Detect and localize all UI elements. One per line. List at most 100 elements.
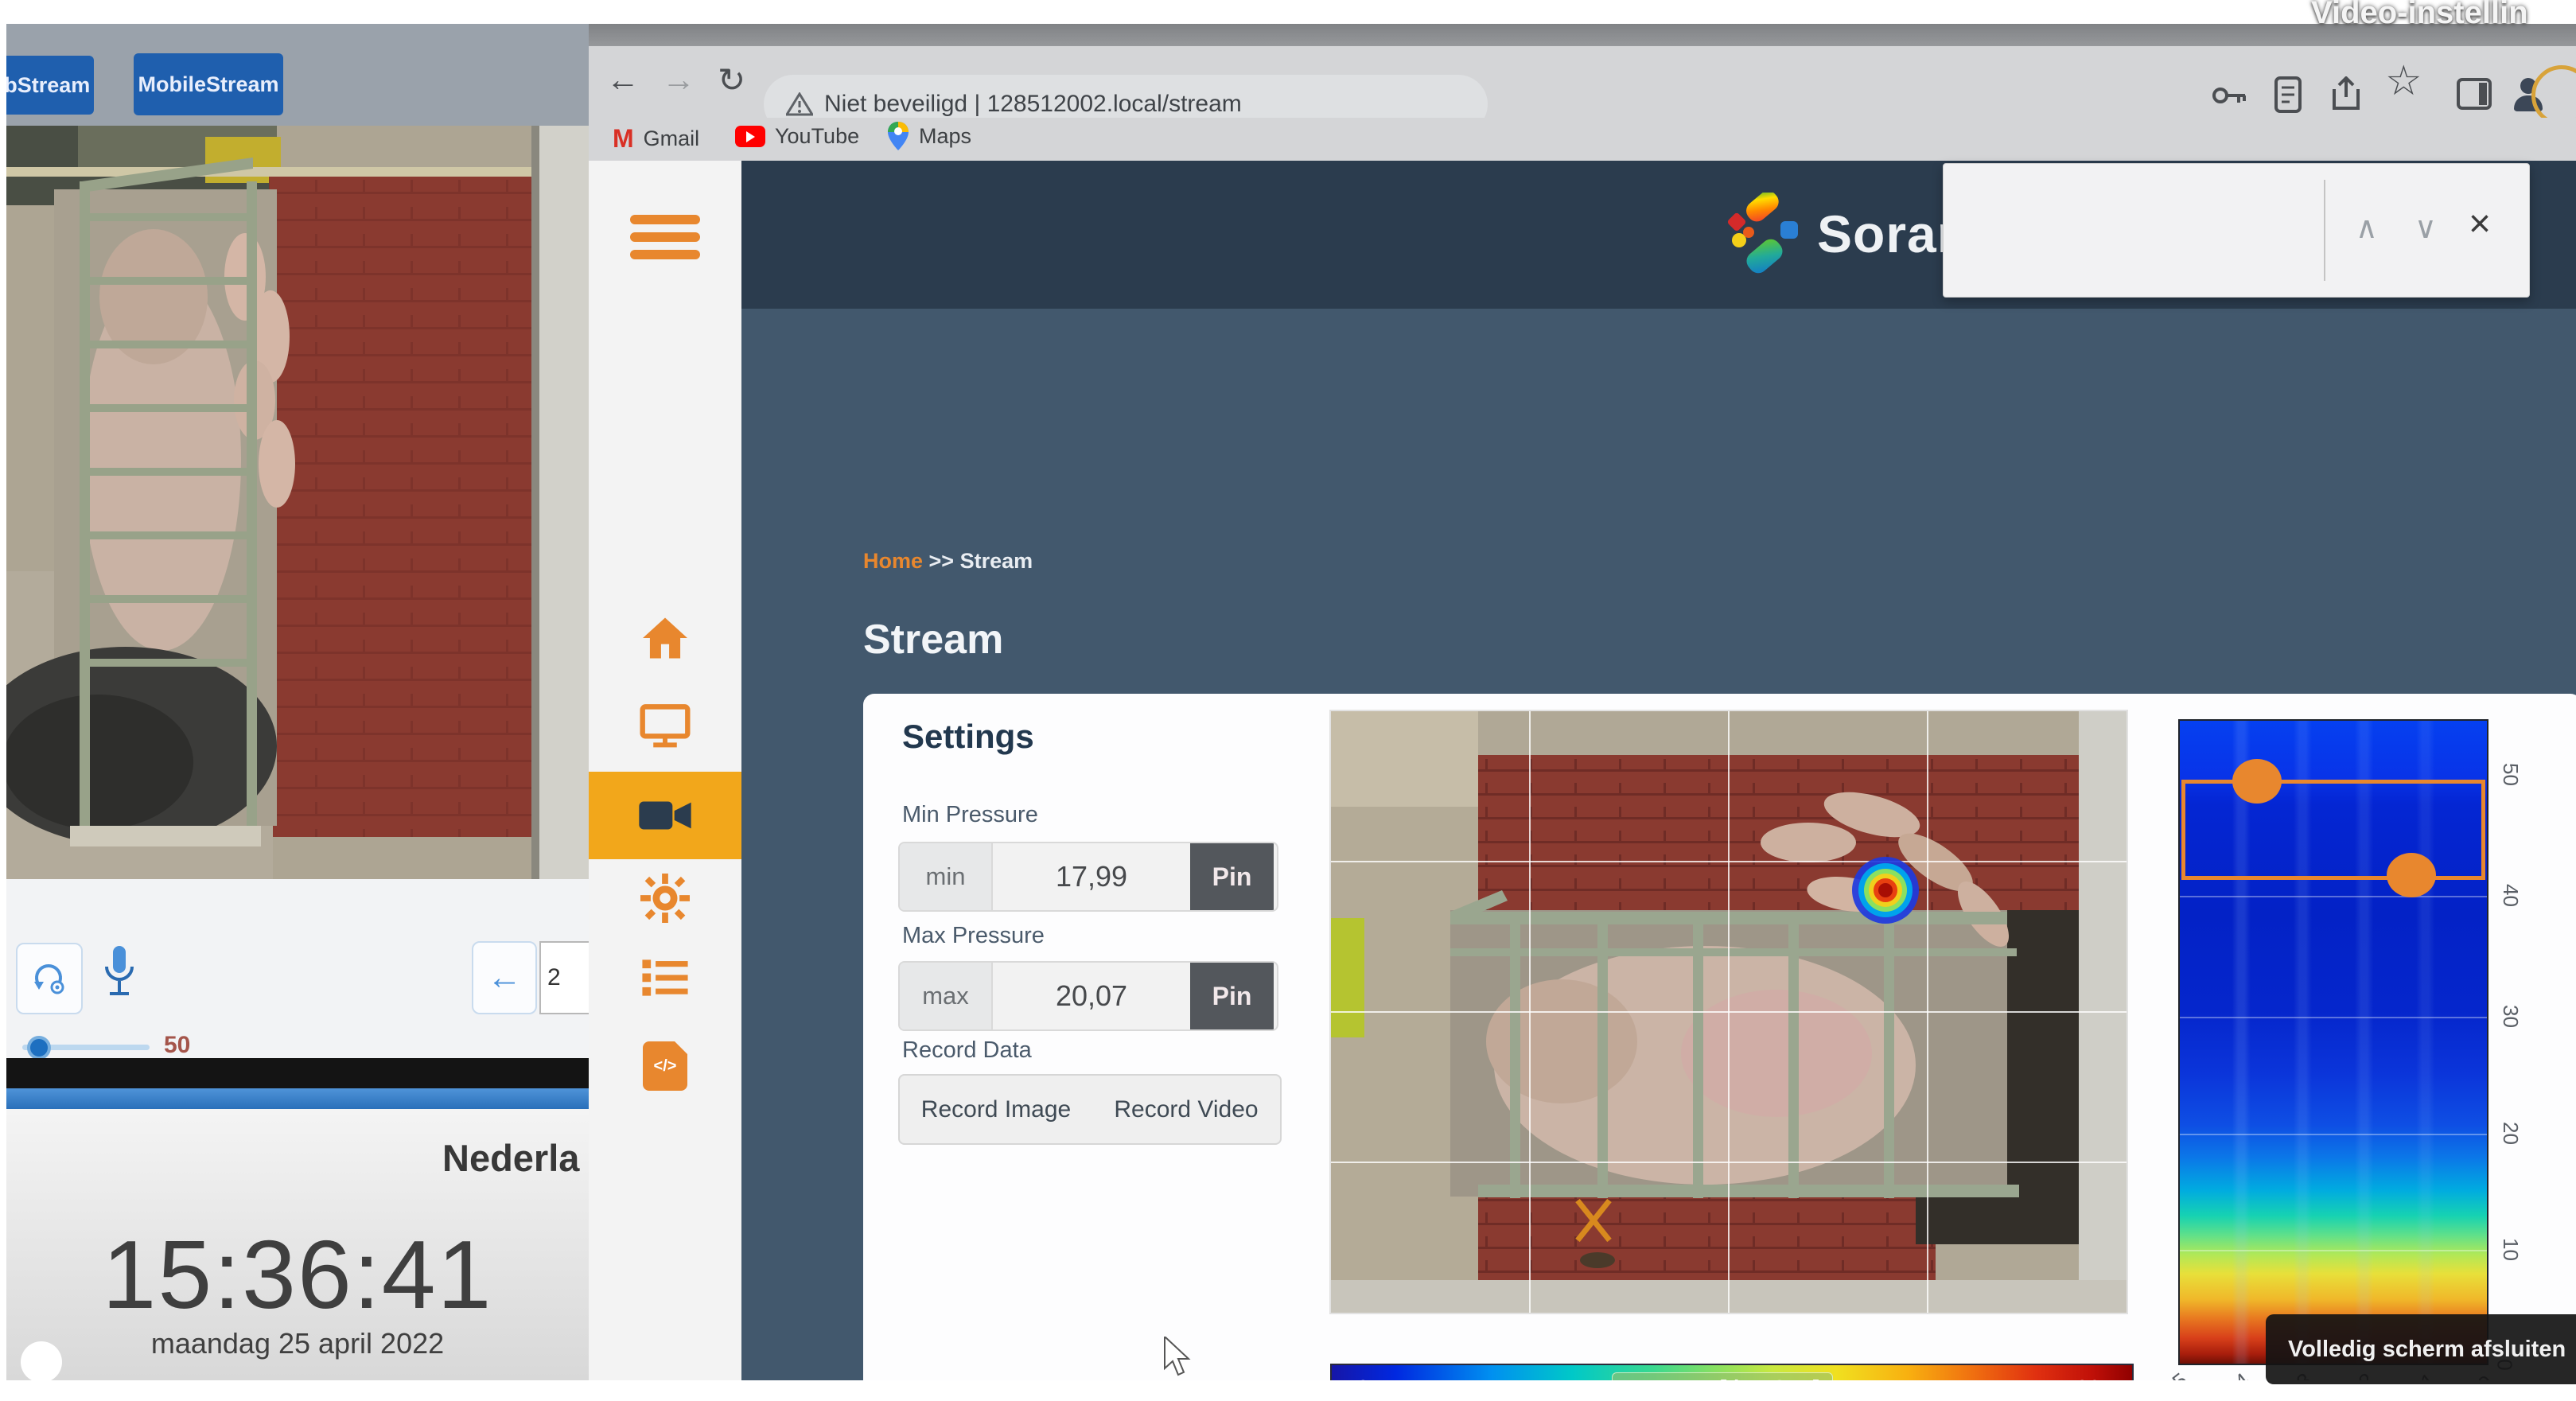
bookmarks-bar: M Gmail YouTube Maps — [589, 118, 2576, 162]
password-key-icon[interactable] — [2212, 80, 2247, 111]
colorbar-label: Pressure [dBZ SPL] — [1612, 1372, 1833, 1380]
sidebar-item-home[interactable] — [589, 600, 741, 676]
url-text: Niet beveiligd | 128512002.local/stream — [824, 91, 1242, 118]
min-pressure-input[interactable]: 17,99 — [993, 843, 1190, 910]
record-video-button[interactable]: Record Video — [1092, 1074, 1282, 1145]
divider — [2324, 180, 2325, 281]
youtube-icon — [735, 126, 765, 147]
ytick-20: 20 — [2498, 1122, 2523, 1145]
min-pressure-group: min 17,99 Pin — [898, 842, 1278, 912]
min-pressure-label: Min Pressure — [902, 802, 1038, 828]
previous-page-button[interactable]: ← — [472, 941, 537, 1014]
sidebar-item-stream-active[interactable] — [589, 772, 741, 859]
side-panel-icon[interactable] — [2457, 78, 2492, 110]
record-data-label: Record Data — [902, 1037, 1032, 1064]
breadcrumb: Home >> Stream — [863, 549, 1033, 574]
hamburger-icon — [630, 215, 700, 224]
video-control-bar: 50 ← 2 — [6, 879, 589, 1058]
find-previous-button[interactable]: ∧ — [2356, 210, 2378, 246]
max-pin-button[interactable]: Pin — [1190, 963, 1274, 1029]
reload-button[interactable]: ↻ — [718, 60, 745, 99]
star-glyph: ☆ — [2385, 58, 2422, 104]
substream-tab-label: SubStream — [6, 73, 90, 98]
ytick-40: 40 — [2498, 884, 2523, 907]
tooltip-text: Volledig scherm afsluiten — [2288, 1337, 2566, 1363]
chrome-avatar-ring[interactable] — [2531, 65, 2576, 126]
breadcrumb-current: Stream — [960, 549, 1033, 573]
reading-list-icon[interactable] — [2274, 76, 2302, 113]
min-pin-button[interactable]: Pin — [1190, 843, 1274, 910]
max-pressure-input[interactable]: 20,07 — [993, 963, 1190, 1029]
fullscreen-overlay-title: Video-instellin — [2311, 0, 2528, 31]
video-camera-icon — [637, 797, 693, 834]
code-file-icon: </> — [643, 1041, 687, 1091]
monitor-icon — [640, 703, 691, 749]
substream-tab-button[interactable]: SubStream — [6, 56, 94, 115]
acoustic-camera-view — [1331, 711, 2127, 1313]
settings-heading: Settings — [902, 718, 1034, 756]
page-number-value: 2 — [547, 964, 561, 991]
video-stream-window: SubStream MobileStream — [6, 24, 589, 1380]
language-label: Nederla — [442, 1136, 579, 1180]
browser-titlebar — [589, 24, 2576, 46]
stream-card: Settings Min Pressure min 17,99 Pin Max … — [863, 694, 2576, 1380]
bookmark-maps-label: Maps — [919, 124, 971, 149]
back-icon: ← — [606, 60, 640, 98]
min-addon: min — [900, 843, 993, 910]
sorama-logo-icon — [1726, 193, 1800, 275]
xtick--4: -4 — [2224, 1368, 2255, 1380]
snapshot-button[interactable] — [16, 943, 83, 1014]
code-glyph: </> — [654, 1057, 677, 1076]
browser-toolbar: ← → ↻ Niet beveiligd | 128512002.local/s… — [589, 46, 2576, 118]
find-close-button[interactable]: × — [2469, 202, 2491, 246]
volume-slider-knob[interactable] — [27, 1036, 51, 1060]
close-icon: × — [2469, 203, 2491, 245]
share-icon[interactable] — [2329, 76, 2363, 111]
screenshot-root: SubStream MobileStream — [0, 0, 2576, 1401]
ytick-50: 50 — [2498, 763, 2523, 786]
record-image-button[interactable]: Record Image — [898, 1074, 1094, 1145]
find-next-button[interactable]: ∨ — [2415, 210, 2437, 246]
find-in-page-bar: ∧ ∨ × — [1943, 163, 2530, 298]
bookmark-youtube[interactable]: YouTube — [735, 124, 859, 149]
gear-icon — [640, 874, 690, 923]
sidebar-item-list[interactable] — [589, 940, 741, 1016]
maps-icon — [887, 121, 909, 151]
left-video-frame — [6, 126, 589, 879]
sidebar-item-settings[interactable] — [589, 860, 741, 936]
menu-toggle-button[interactable] — [630, 207, 700, 267]
bookmark-maps[interactable]: Maps — [887, 121, 971, 151]
find-input[interactable] — [1959, 188, 2305, 269]
xtick--5: -5 — [2162, 1368, 2193, 1380]
colorbar-max: 20,1 — [2076, 1376, 2119, 1381]
breadcrumb-home-link[interactable]: Home — [863, 549, 923, 573]
separator-bar-blue — [6, 1088, 589, 1109]
home-icon — [640, 616, 690, 660]
sound-hotspot — [1852, 857, 1919, 924]
spectrogram-plot — [2178, 719, 2488, 1365]
page-number-input[interactable]: 2 — [539, 941, 589, 1014]
left-arrow-icon: ← — [487, 958, 522, 998]
selection-handle-top[interactable] — [2232, 759, 2282, 804]
status-dot — [21, 1341, 62, 1380]
not-secure-warning-icon — [786, 92, 813, 116]
forward-button[interactable]: → — [662, 60, 695, 99]
chevron-up-icon: ∧ — [2356, 212, 2378, 245]
pressure-colorbar: 18 Pressure [dBZ SPL] 20,1 — [1330, 1364, 2134, 1380]
ytick-10: 10 — [2498, 1238, 2523, 1261]
browser-window: ← → ↻ Niet beveiligd | 128512002.local/s… — [589, 24, 2576, 1380]
sidebar-item-api[interactable]: </> — [589, 1028, 741, 1104]
back-button[interactable]: ← — [606, 60, 640, 99]
bookmark-gmail[interactable]: M Gmail — [613, 124, 699, 154]
clock-time: 15:36:41 — [6, 1219, 589, 1330]
separator-bar-black — [6, 1058, 589, 1088]
microphone-button[interactable] — [100, 944, 138, 1012]
gmail-icon: M — [613, 124, 634, 154]
frequency-selection-band[interactable] — [2181, 780, 2485, 880]
sidebar-item-monitor[interactable] — [589, 688, 741, 765]
selection-handle-bottom[interactable] — [2387, 853, 2436, 897]
bookmark-star-icon[interactable]: ☆ — [2385, 57, 2422, 105]
max-addon: max — [900, 963, 993, 1029]
list-icon — [640, 958, 690, 998]
mobilestream-tab-button[interactable]: MobileStream — [134, 53, 283, 115]
